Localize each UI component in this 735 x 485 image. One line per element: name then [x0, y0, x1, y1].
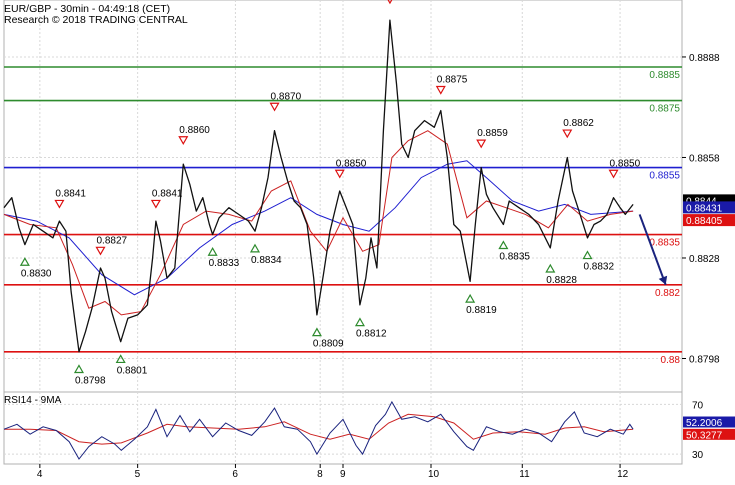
- high-pivot-label: 0.8841: [152, 188, 183, 199]
- low-pivot-label: 0.8832: [583, 262, 614, 273]
- high-pivot-label: 0.8850: [610, 158, 641, 169]
- level-label: 0.8885: [649, 70, 680, 81]
- y-tick-label: 0.8858: [689, 153, 720, 164]
- low-pivot-label: 0.8830: [21, 268, 52, 279]
- x-tick-label: 6: [232, 469, 238, 480]
- high-pivot-label: 0.8860: [179, 125, 210, 136]
- rsi-tick-label: 70: [692, 400, 704, 411]
- level-label: 0.8835: [649, 238, 680, 249]
- high-pivot-label: 0.8862: [563, 118, 594, 129]
- rsi-tag-label: 50.3277: [686, 430, 723, 441]
- low-pivot-label: 0.8801: [117, 365, 148, 376]
- x-tick-label: 5: [135, 469, 141, 480]
- level-label: 0.882: [655, 288, 680, 299]
- low-pivot-label: 0.8835: [499, 252, 530, 263]
- price-tag-label: 0.88431: [686, 203, 723, 214]
- chart-svg: 0.8885 0.8875 0.8855 0.8835 0.882 0.88 0.8841…: [0, 0, 735, 480]
- low-pivot-label: 0.8809: [313, 339, 344, 350]
- high-pivot-label: 0.8875: [437, 75, 468, 86]
- x-tick-label: 12: [617, 469, 629, 480]
- high-pivot-label: 0.8850: [336, 158, 367, 169]
- y-tick-label: 0.8828: [689, 254, 720, 265]
- low-pivot-label: 0.8819: [466, 305, 497, 316]
- x-tick-label: 9: [340, 469, 346, 480]
- rsi-panel-label: RSI14 - 9MA: [4, 395, 62, 406]
- x-tick-label: 8: [317, 469, 323, 480]
- low-pivot-label: 0.8833: [209, 258, 240, 269]
- chart-copyright: Research © 2018 TRADING CENTRAL: [4, 14, 188, 26]
- level-label: 0.8875: [649, 104, 680, 115]
- x-tick-label: 11: [519, 469, 530, 480]
- high-pivot-label: 0.8827: [96, 235, 127, 246]
- rsi-tick-label: 30: [692, 450, 704, 461]
- y-tick-label: 0.8798: [689, 354, 720, 365]
- low-pivot-label: 0.8834: [251, 255, 282, 266]
- rsi-tag-label: 52.2006: [686, 418, 723, 429]
- level-label: 0.8855: [649, 171, 680, 182]
- low-pivot-label: 0.8798: [75, 375, 106, 386]
- high-pivot-label: 0.8870: [271, 91, 302, 102]
- high-pivot-label: 0.8841: [55, 188, 86, 199]
- high-pivot-label: 0.8859: [477, 128, 508, 139]
- x-tick-label: 10: [428, 469, 440, 480]
- low-pivot-label: 0.8812: [356, 329, 387, 340]
- price-tag-label: 0.88405: [686, 216, 723, 227]
- level-label: 0.88: [661, 355, 681, 366]
- low-pivot-label: 0.8828: [546, 275, 577, 286]
- chart-root: 0.8885 0.8875 0.8855 0.8835 0.882 0.88 0.8841…: [0, 0, 735, 480]
- y-tick-label: 0.8888: [689, 53, 720, 64]
- x-tick-label: 4: [37, 469, 43, 480]
